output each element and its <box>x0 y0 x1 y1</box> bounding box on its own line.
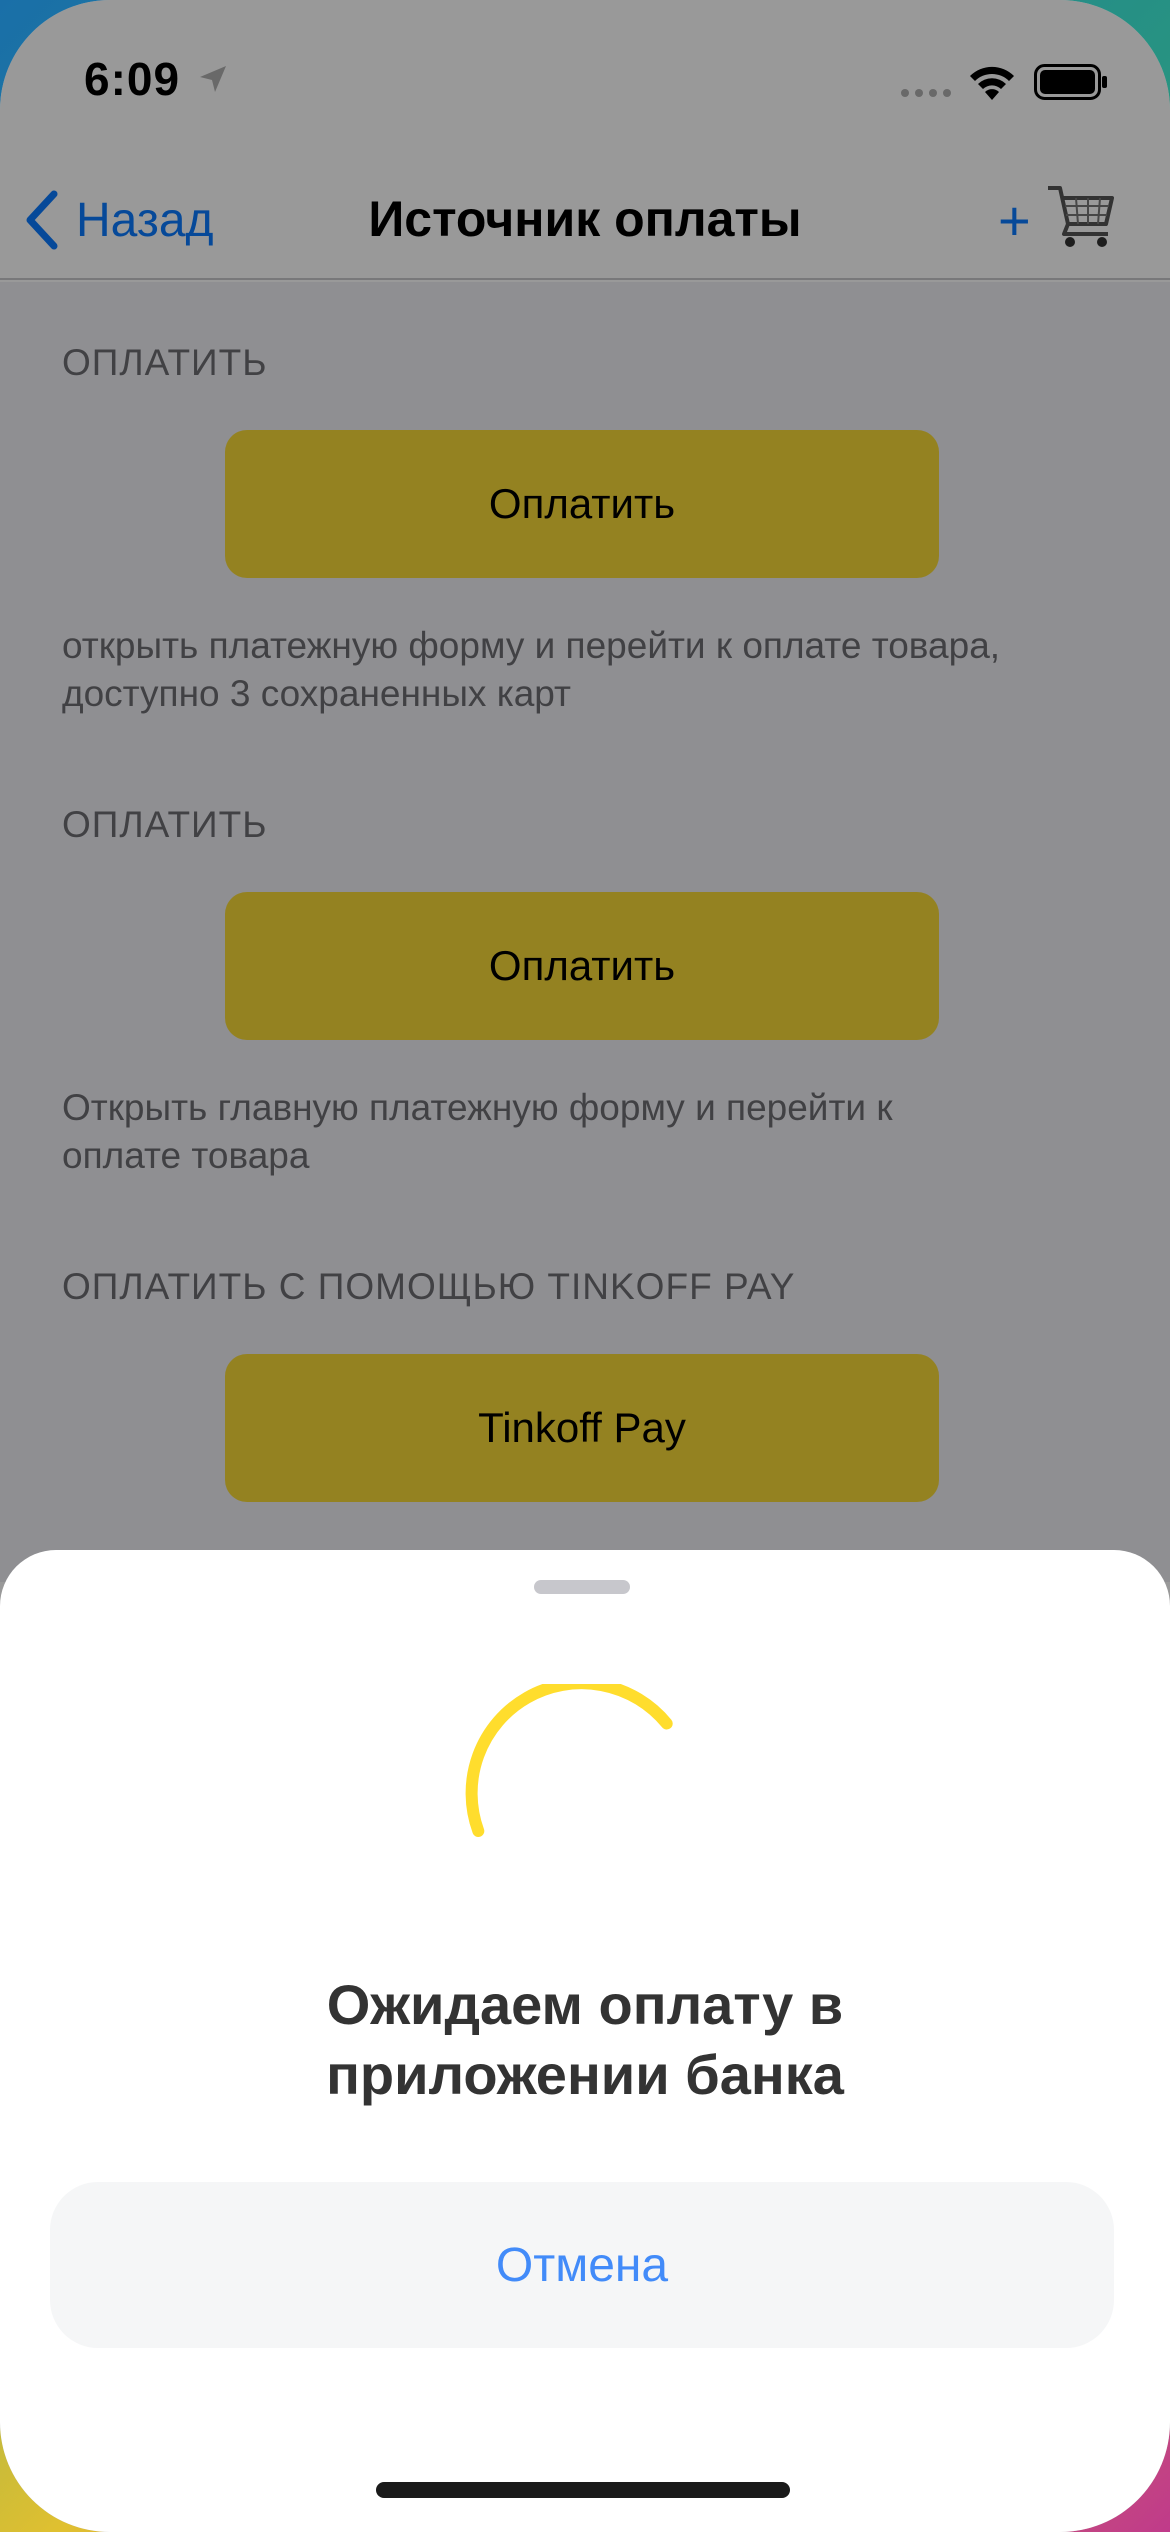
sheet-grabber[interactable] <box>534 1580 630 1594</box>
home-indicator[interactable] <box>376 2482 790 2498</box>
bottom-sheet: Ожидаем оплату в приложении банка Отмена <box>0 1550 1170 2532</box>
cancel-button[interactable]: Отмена <box>50 2182 1114 2348</box>
phone-screen: 6:09 Назад Источник оплаты + ОПЛАТИТЬ Оп… <box>0 0 1170 2532</box>
waiting-payment-title-line: Ожидаем оплату в <box>326 1973 844 2036</box>
waiting-payment-title-line: приложении банка <box>326 2043 844 2106</box>
waiting-payment-title: Ожидаем оплату в приложении банка <box>0 1970 1170 2110</box>
loading-spinner-icon <box>465 1684 673 1837</box>
